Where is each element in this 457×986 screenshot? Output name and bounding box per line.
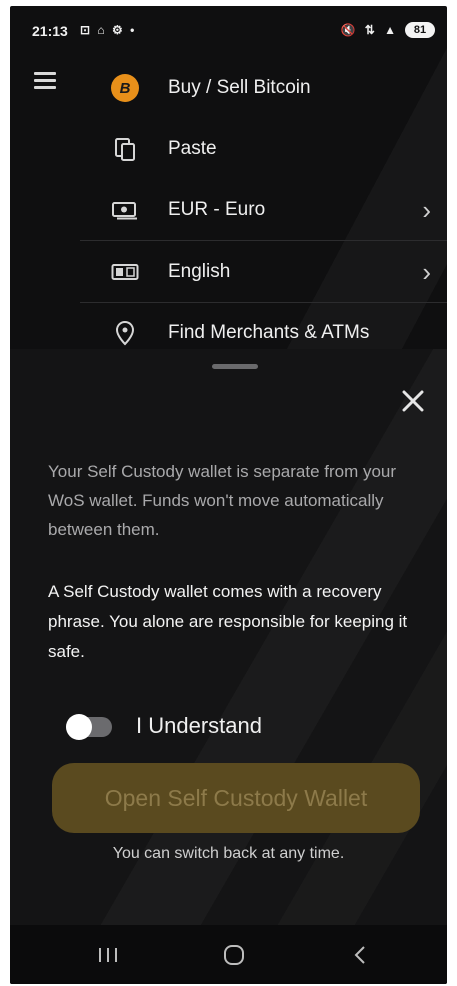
menu-item-label: EUR - Euro bbox=[168, 199, 266, 220]
switch-back-note: You can switch back at any time. bbox=[112, 845, 345, 862]
recent-apps-button[interactable] bbox=[97, 946, 119, 964]
clipboard-icon bbox=[110, 135, 140, 163]
language-icon bbox=[110, 258, 140, 286]
chevron-right-icon: › bbox=[422, 257, 431, 287]
menu-item-label: Find Merchants & ATMs bbox=[168, 322, 370, 343]
system-status-icons: 🔇 ⇅ ▲ bbox=[340, 23, 399, 37]
wallet-separation-info: Your Self Custody wallet is separate fro… bbox=[48, 462, 397, 539]
location-pin-icon bbox=[110, 319, 140, 347]
home-button[interactable] bbox=[223, 944, 245, 966]
notification-icons: ⊡ ⌂ ⚙ • bbox=[80, 23, 137, 37]
chevron-right-icon: › bbox=[422, 195, 431, 225]
banknote-icon bbox=[110, 196, 140, 224]
battery-icon: 81 bbox=[405, 22, 435, 38]
menu-item-label: Buy / Sell Bitcoin bbox=[168, 77, 311, 98]
open-self-custody-wallet-button[interactable]: Open Self Custody Wallet bbox=[52, 763, 420, 833]
understand-toggle-row[interactable]: I Understand bbox=[66, 711, 326, 745]
menu-item-language[interactable]: English › bbox=[80, 243, 447, 301]
toggle-knob bbox=[66, 714, 92, 740]
menu-item-label: English bbox=[168, 261, 231, 282]
sheet-drag-handle[interactable] bbox=[212, 364, 258, 369]
toggle-label: I Understand bbox=[136, 713, 262, 738]
status-time: 21:13 bbox=[32, 23, 68, 39]
divider bbox=[80, 302, 447, 303]
close-button[interactable] bbox=[397, 385, 429, 417]
menu-item-currency[interactable]: EUR - Euro › bbox=[80, 181, 447, 239]
system-navigation-bar bbox=[10, 925, 447, 984]
back-icon bbox=[354, 945, 365, 964]
menu-item-label: Paste bbox=[168, 138, 217, 159]
menu-item-buy-sell-bitcoin[interactable]: B Buy / Sell Bitcoin bbox=[80, 59, 447, 117]
recovery-phrase-info: A Self Custody wallet comes with a recov… bbox=[48, 582, 408, 661]
recent-apps-icon bbox=[99, 947, 117, 962]
menu-item-paste[interactable]: Paste bbox=[80, 120, 447, 178]
phone-screen: 21:13 ⊡ ⌂ ⚙ • 🔇 ⇅ ▲ 81 B Buy / Sell Bitc… bbox=[10, 6, 447, 984]
self-custody-bottom-sheet: Your Self Custody wallet is separate fro… bbox=[10, 349, 447, 925]
close-icon bbox=[402, 390, 424, 412]
understand-toggle[interactable] bbox=[66, 714, 112, 740]
hamburger-menu-icon[interactable] bbox=[34, 72, 56, 90]
status-bar: 21:13 ⊡ ⌂ ⚙ • 🔇 ⇅ ▲ 81 bbox=[10, 6, 447, 54]
divider bbox=[80, 240, 447, 241]
back-button[interactable] bbox=[353, 944, 367, 966]
bitcoin-icon: B bbox=[110, 74, 140, 102]
home-icon bbox=[224, 944, 244, 965]
